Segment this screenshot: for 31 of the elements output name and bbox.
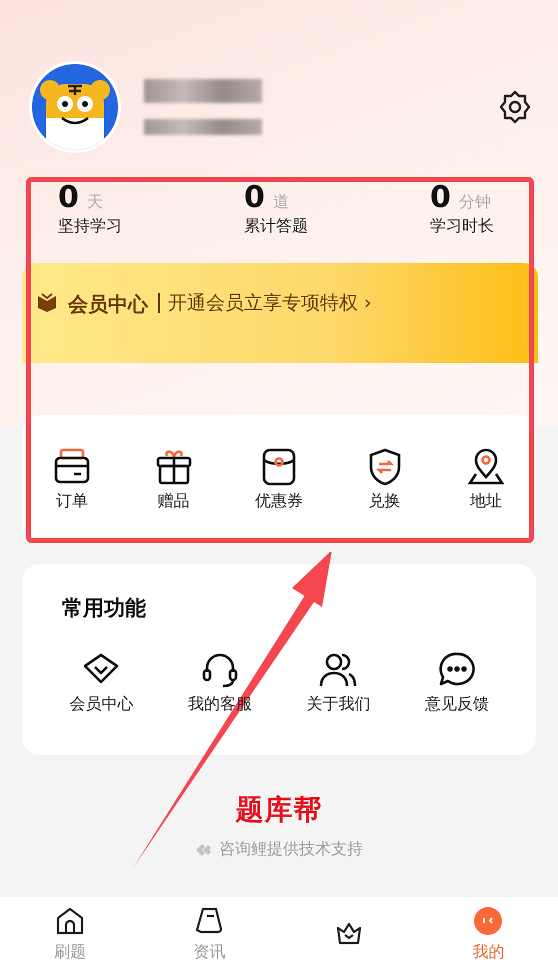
face-icon xyxy=(473,906,504,936)
function-item[interactable]: 关于我们 xyxy=(306,650,370,715)
stat-unit: 道 xyxy=(272,192,289,211)
stat-value: 0 xyxy=(58,180,79,215)
support-text: 咨询鲤提供技术支持 xyxy=(219,839,363,860)
shortcut-item[interactable]: 赠品 xyxy=(154,447,194,512)
member-banner[interactable]: 会员中心 开通会员立享专项特权 › xyxy=(22,263,538,363)
stat-label: 累计答题 xyxy=(244,216,308,237)
location-pin-icon xyxy=(466,447,506,487)
shortcut-item[interactable]: 兑换 xyxy=(364,447,404,512)
settings-icon[interactable] xyxy=(498,90,532,124)
function-item[interactable]: 会员中心 xyxy=(69,650,134,715)
member-center-title: 会员中心 xyxy=(68,291,148,318)
stat-unit: 分钟 xyxy=(458,192,491,211)
shortcut-item[interactable]: 地址 xyxy=(466,447,506,512)
brand-logo: 题库帮 xyxy=(236,792,322,828)
shortcut-item[interactable]: 优惠券 xyxy=(255,447,303,512)
tiger-avatar[interactable] xyxy=(28,60,122,154)
stat-label: 学习时长 xyxy=(430,216,494,237)
shortcut-item[interactable]: 订单 xyxy=(52,447,92,512)
badge-icon xyxy=(36,291,58,313)
stat-value: 0 xyxy=(430,180,451,215)
stat-label: 坚持学习 xyxy=(58,216,122,237)
home-icon xyxy=(54,906,85,936)
function-item[interactable]: 意见反馈 xyxy=(424,650,489,715)
member-banner-text: 开通会员立享专项特权 › xyxy=(158,293,372,313)
function-item[interactable]: 我的客服 xyxy=(188,650,252,715)
stat-unit: 天 xyxy=(86,192,103,211)
book-icon xyxy=(194,906,224,936)
section-title: 常用功能 xyxy=(62,595,147,622)
stat-value: 0 xyxy=(244,180,265,215)
